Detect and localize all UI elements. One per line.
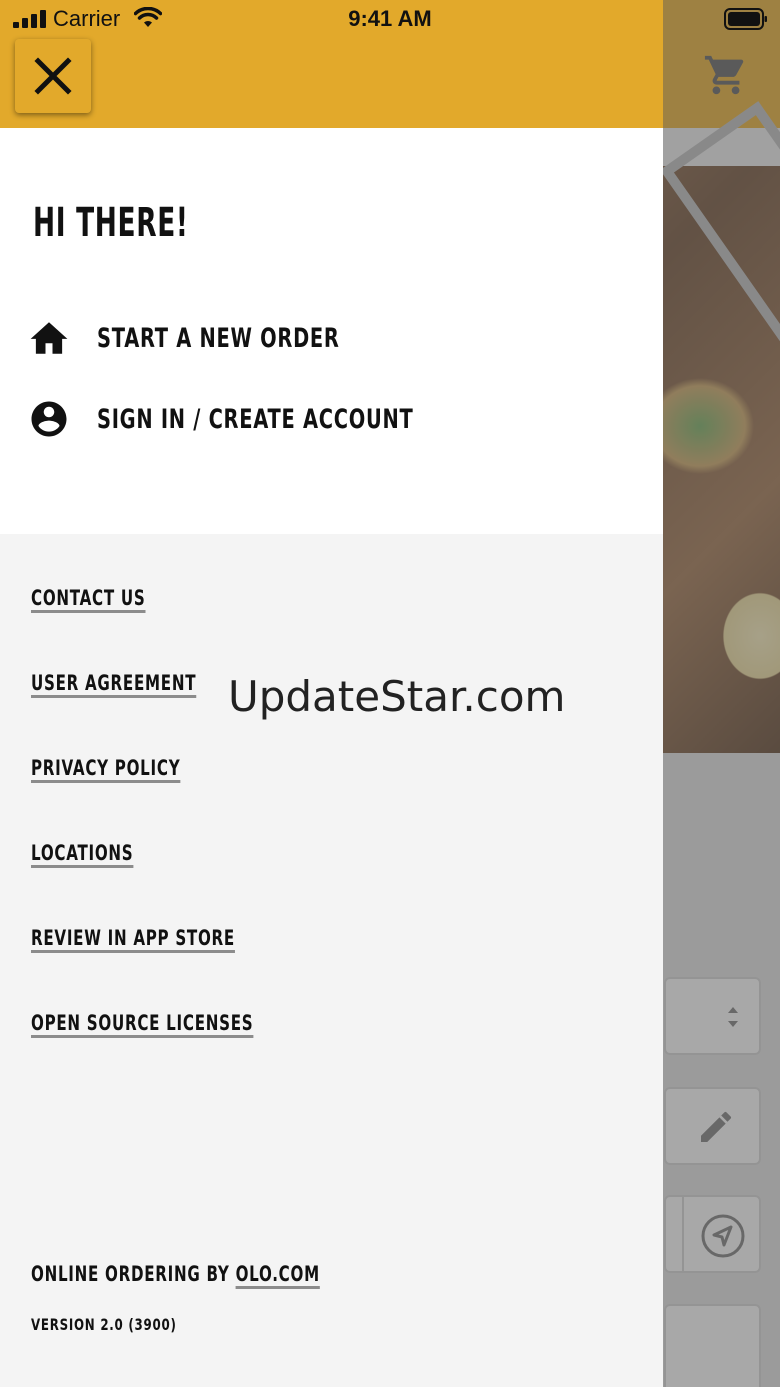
- status-time: 9:41 AM: [348, 6, 432, 31]
- close-button[interactable]: [15, 39, 91, 113]
- home-icon: [30, 322, 68, 354]
- battery-icon: [724, 8, 767, 30]
- watermark-text: UpdateStar.com: [228, 672, 566, 721]
- privacy-policy-link[interactable]: PRIVACY POLICY: [31, 756, 180, 780]
- open-source-licenses-link[interactable]: OPEN SOURCE LICENSES: [31, 1011, 253, 1035]
- account-circle-icon: [31, 401, 67, 437]
- status-bar: Carrier 9:41 AM: [0, 0, 780, 40]
- start-new-order-label: START A NEW ORDER: [97, 322, 340, 354]
- greeting-heading: HI THERE!: [33, 200, 189, 246]
- online-ordering-prefix: ONLINE ORDERING BY: [31, 1262, 230, 1286]
- contact-us-link[interactable]: CONTACT US: [31, 586, 145, 610]
- user-agreement-link[interactable]: USER AGREEMENT: [31, 671, 196, 695]
- version-label: VERSION 2.0 (3900): [31, 1315, 177, 1334]
- review-app-store-link[interactable]: REVIEW IN APP STORE: [31, 926, 235, 950]
- olo-link[interactable]: OLO.COM: [236, 1262, 320, 1286]
- start-new-order-item[interactable]: START A NEW ORDER: [28, 316, 434, 360]
- locations-link[interactable]: LOCATIONS: [31, 841, 133, 865]
- close-icon: [34, 57, 72, 95]
- sign-in-item[interactable]: SIGN IN / CREATE ACCOUNT: [28, 397, 536, 441]
- online-ordering-credit: ONLINE ORDERING BY OLO.COM: [31, 1262, 320, 1286]
- sign-in-label: SIGN IN / CREATE ACCOUNT: [97, 403, 414, 435]
